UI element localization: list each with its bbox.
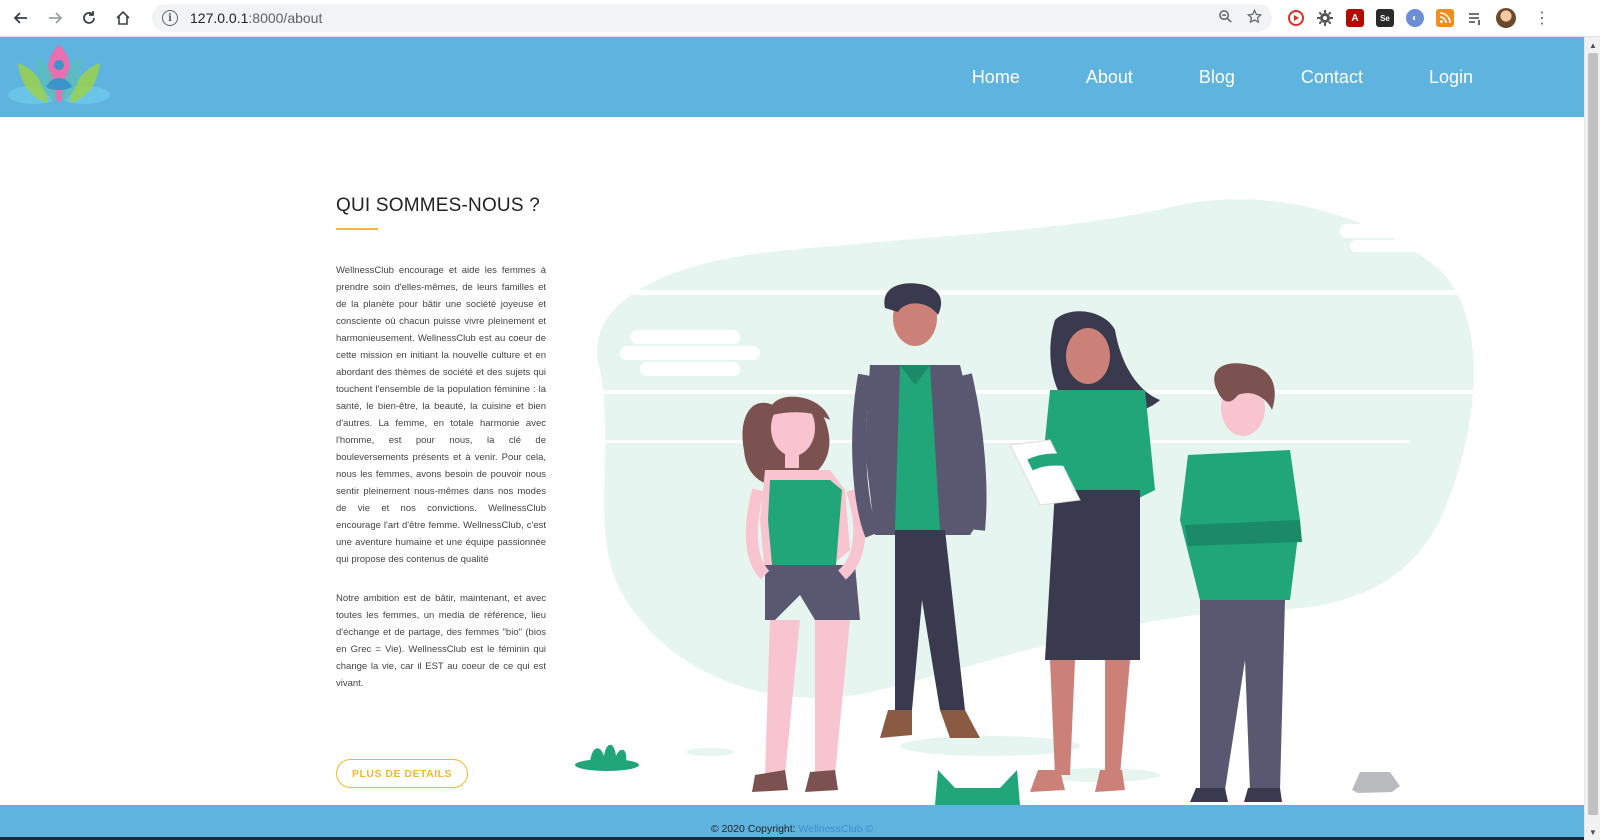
cloud-left [620,330,760,376]
about-section: QUI SOMMES-NOUS ? WellnessClub encourage… [336,195,546,692]
nav-login[interactable]: Login [1396,67,1506,88]
shield-icon[interactable] [1288,10,1304,26]
nav-blog[interactable]: Blog [1166,67,1268,88]
gear-extension-icon[interactable] [1316,9,1334,27]
about-paragraph-1: WellnessClub encourage et aide les femme… [336,265,546,565]
cloud-right [1340,208,1480,252]
rss-icon[interactable] [1436,9,1454,27]
browser-nav-buttons [6,3,138,33]
about-paragraph-2: Notre ambition est de bâtir, maintenant,… [336,593,546,689]
scroll-down-arrow-icon[interactable]: ▼ [1585,824,1600,840]
playlist-icon[interactable] [1466,9,1484,27]
footer-brand-link[interactable]: WellnessClub © [799,823,874,835]
more-details-button[interactable]: PLUS DE DETAILS [336,759,468,788]
nav-about[interactable]: About [1053,67,1166,88]
se-icon[interactable]: Se [1376,9,1394,27]
nav-home[interactable]: Home [939,67,1053,88]
title-underline [336,228,378,230]
cat-ears-icon [935,770,1020,805]
site-footer: © 2020 Copyright: WellnessClub © [0,805,1584,840]
rock-icon [1352,772,1400,793]
copyright-text: © 2020 Copyright: [710,823,796,835]
team-illustration [560,190,1490,805]
nav-contact[interactable]: Contact [1268,67,1396,88]
footer-copyright: © 2020 Copyright: WellnessClub © [0,823,1584,835]
page-scrollbar[interactable]: ▲ ▼ [1584,37,1600,840]
star-icon[interactable] [1246,8,1263,28]
site-header: Home About Blog Contact Login [0,37,1584,117]
back-icon[interactable] [6,3,36,33]
url-host: 127.0.0.1 [190,10,249,26]
url-path: :8000/about [248,10,323,26]
home-icon[interactable] [108,3,138,33]
omnibox-actions [1218,8,1263,28]
scroll-thumb[interactable] [1588,53,1598,815]
pdf-icon[interactable]: A [1346,9,1364,27]
plant-icon [575,744,639,771]
profile-avatar[interactable] [1496,8,1516,28]
info-icon[interactable]: i [162,10,178,26]
url-text[interactable]: 127.0.0.1:8000/about [190,10,1218,26]
extensions-bar: A Se ◐ ⋮ [1288,8,1550,28]
reload-icon[interactable] [74,3,104,33]
translate-icon[interactable]: ◐ [1406,9,1424,27]
forward-icon[interactable] [40,3,70,33]
about-title: QUI SOMMES-NOUS ? [336,195,540,216]
zoom-icon[interactable] [1218,9,1233,28]
menu-kebab-icon[interactable]: ⋮ [1534,8,1550,28]
address-bar[interactable]: i 127.0.0.1:8000/about [152,4,1272,32]
lotus-logo[interactable] [8,43,110,111]
browser-toolbar: i 127.0.0.1:8000/about A Se ◐ ⋮ [0,0,1600,37]
main-nav: Home About Blog Contact Login [939,37,1506,117]
scroll-up-arrow-icon[interactable]: ▲ [1585,37,1600,53]
